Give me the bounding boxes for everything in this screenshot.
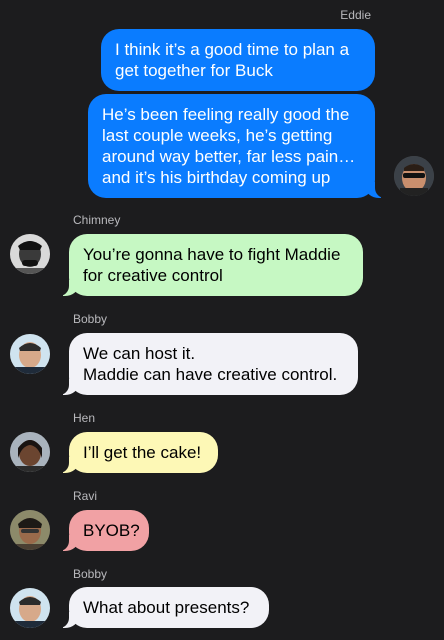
message-bubble-bobby-2[interactable]: What about presents? <box>57 587 269 628</box>
sender-name-hen: Hen <box>73 411 96 425</box>
avatar-ravi-icon[interactable] <box>10 510 50 550</box>
message-bubble-eddie-1[interactable]: I think it’s a good time to plan a get t… <box>101 29 375 91</box>
message-bubble-chimney[interactable]: You’re gonna have to fight Maddie for cr… <box>57 234 363 296</box>
message-text: I’ll get the cake! <box>83 443 202 462</box>
avatar-hen-icon[interactable] <box>10 432 50 472</box>
message-bubble-ravi[interactable]: BYOB? <box>57 510 149 551</box>
message-text: He’s been feeling really good the last c… <box>102 105 356 187</box>
sender-name-eddie: Eddie <box>340 8 371 22</box>
avatar-eddie-icon[interactable] <box>394 156 434 196</box>
sender-name-ravi: Ravi <box>73 489 98 503</box>
avatar-bobby-icon[interactable] <box>10 334 50 374</box>
avatar-bobby-icon[interactable] <box>10 588 50 628</box>
message-text: You’re gonna have to fight Maddie for cr… <box>83 245 341 285</box>
message-text: BYOB? <box>83 521 140 540</box>
sender-name-bobby: Bobby <box>73 312 108 326</box>
message-text: I think it’s a good time to plan a get t… <box>115 40 350 80</box>
sender-name-bobby: Bobby <box>73 567 108 581</box>
message-text: We can host it. Maddie can have creative… <box>83 344 338 384</box>
sender-name-chimney: Chimney <box>73 213 121 227</box>
message-bubble-eddie-2[interactable]: He’s been feeling really good the last c… <box>88 94 387 198</box>
chat-thread[interactable]: Eddie I think it’s a good time to plan a… <box>0 0 444 640</box>
message-bubble-hen[interactable]: I’ll get the cake! <box>57 432 218 473</box>
message-bubble-bobby-1[interactable]: We can host it. Maddie can have creative… <box>57 333 358 395</box>
avatar-chimney-icon[interactable] <box>10 234 50 274</box>
message-text: What about presents? <box>83 598 250 617</box>
